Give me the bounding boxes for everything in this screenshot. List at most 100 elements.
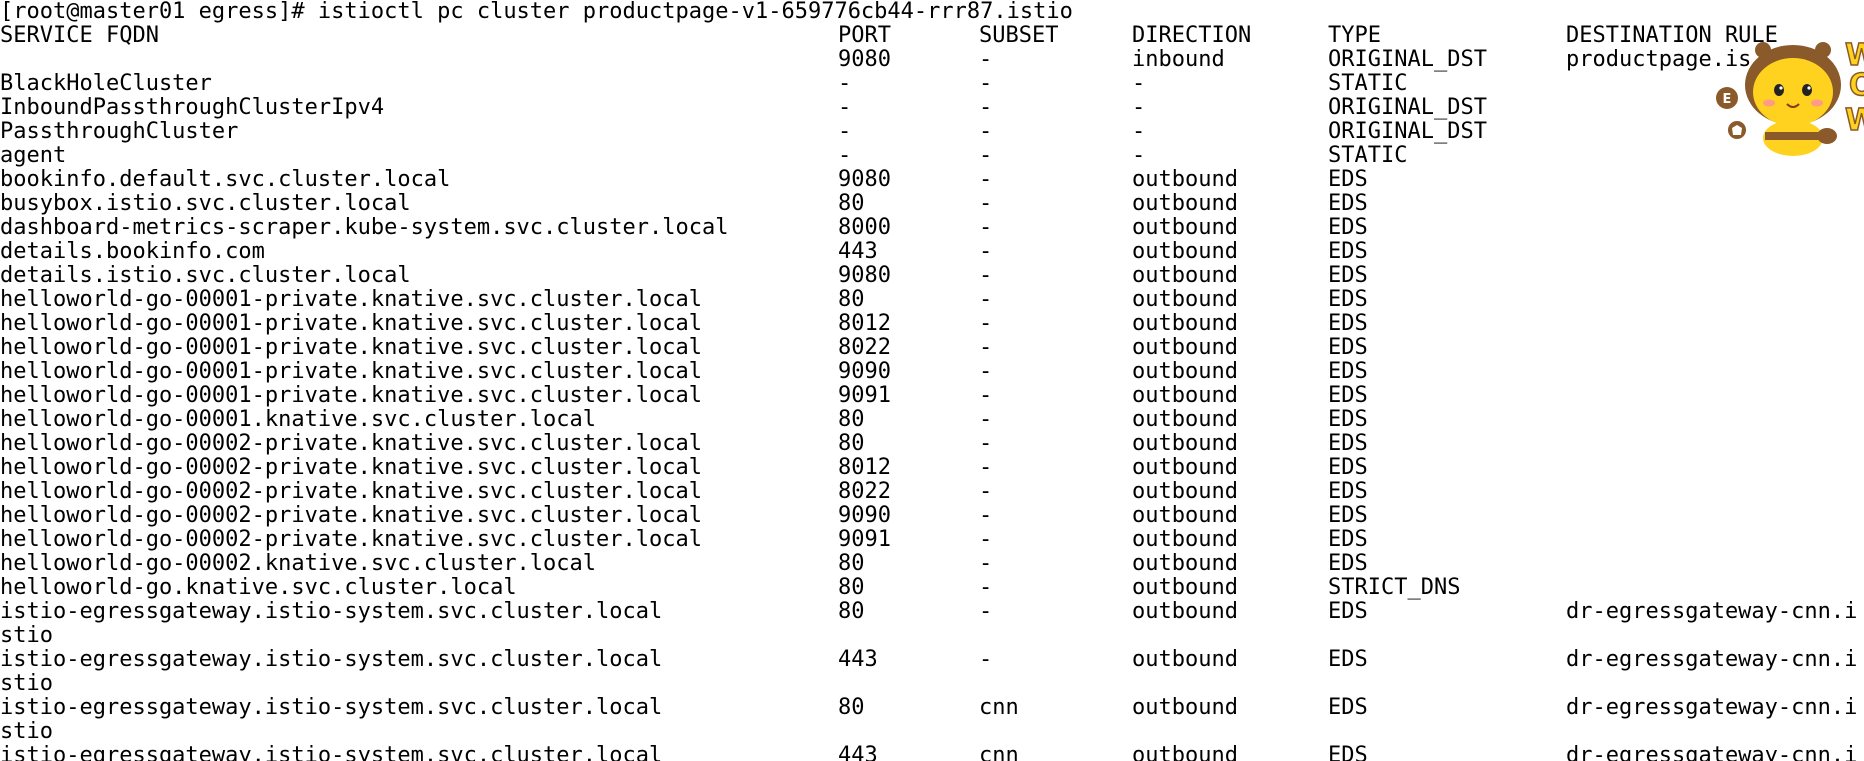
row-direction: outbound <box>1132 479 1238 504</box>
row-subset: cnn <box>979 695 1019 720</box>
row-type: EDS <box>1328 599 1368 624</box>
table-row: helloworld-go-00002-private.knative.svc.… <box>0 480 1864 504</box>
row-subset: - <box>979 215 993 240</box>
row-port: 80 <box>838 695 865 720</box>
row-port: 8012 <box>838 311 891 336</box>
row-service-fqdn: dashboard-metrics-scraper.kube-system.sv… <box>0 215 729 240</box>
row-service-fqdn: busybox.istio.svc.cluster.local <box>0 191 411 216</box>
row-direction: - <box>1132 119 1146 144</box>
row-port: 80 <box>838 407 865 432</box>
row-port: 9080 <box>838 167 891 192</box>
row-type: EDS <box>1328 335 1368 360</box>
row-direction: outbound <box>1132 359 1238 384</box>
svg-text:O: O <box>1849 68 1864 103</box>
table-row: helloworld-go-00002-private.knative.svc.… <box>0 504 1864 528</box>
row-service-fqdn: InboundPassthroughClusterIpv4 <box>0 95 385 120</box>
row-port: 80 <box>838 599 865 624</box>
row-subset: - <box>979 359 993 384</box>
row-direction: - <box>1132 143 1146 168</box>
table-row: PassthroughCluster - - - ORIGINAL_DST <box>0 120 1864 144</box>
row-destination-rule: dr-egressgateway-cnn.i <box>1566 599 1858 624</box>
row-service-fqdn: helloworld-go-00001-private.knative.svc.… <box>0 311 702 336</box>
row-type: EDS <box>1328 503 1368 528</box>
table-row: details.bookinfo.com 443 - outbound EDS <box>0 240 1864 264</box>
header-service-fqdn: SERVICE FQDN <box>0 23 159 48</box>
row-type: EDS <box>1328 359 1368 384</box>
terminal-window[interactable]: [root@master01 egress]# istioctl pc clus… <box>0 0 1864 761</box>
row-type: EDS <box>1328 263 1368 288</box>
row-type: STRICT_DNS <box>1328 575 1461 600</box>
table-row: BlackHoleCluster - - - STATIC <box>0 72 1864 96</box>
row-port: 9080 <box>838 47 891 72</box>
row-service-fqdn: agent <box>0 143 67 168</box>
row-subset: - <box>979 311 993 336</box>
row-direction: outbound <box>1132 191 1238 216</box>
row-type: EDS <box>1328 647 1368 672</box>
row-port: 443 <box>838 239 878 264</box>
row-subset: - <box>979 335 993 360</box>
table-row: stio <box>0 720 1864 744</box>
table-row: bookinfo.default.svc.cluster.local 9080 - o… <box>0 168 1864 192</box>
row-direction: outbound <box>1132 263 1238 288</box>
row-type: STATIC <box>1328 143 1408 168</box>
row-subset: - <box>979 287 993 312</box>
row-service-fqdn: details.istio.svc.cluster.local <box>0 263 411 288</box>
row-direction: outbound <box>1132 287 1238 312</box>
row-type: EDS <box>1328 743 1368 761</box>
row-subset: - <box>979 71 993 96</box>
row-subset: - <box>979 647 993 672</box>
row-port: - <box>838 95 852 120</box>
table-row: helloworld-go-00001.knative.svc.cluster.… <box>0 408 1864 432</box>
row-direction: outbound <box>1132 407 1238 432</box>
row-port: 443 <box>838 743 878 761</box>
svg-text:W: W <box>1845 103 1864 138</box>
row-direction: outbound <box>1132 527 1238 552</box>
row-direction: outbound <box>1132 311 1238 336</box>
row-type: ORIGINAL_DST <box>1328 119 1487 144</box>
table-row: details.istio.svc.cluster.local 9080 - outb… <box>0 264 1864 288</box>
row-service-fqdn: stio <box>0 671 53 696</box>
row-port: 9080 <box>838 263 891 288</box>
table-row: helloworld-go-00001-private.knative.svc.… <box>0 384 1864 408</box>
table-row: helloworld-go-00002-private.knative.svc.… <box>0 528 1864 552</box>
row-service-fqdn: helloworld-go-00001-private.knative.svc.… <box>0 383 702 408</box>
row-type: EDS <box>1328 431 1368 456</box>
row-direction: outbound <box>1132 695 1238 720</box>
row-subset: - <box>979 599 993 624</box>
row-port: 443 <box>838 647 878 672</box>
row-type: EDS <box>1328 479 1368 504</box>
row-service-fqdn: helloworld-go-00002.knative.svc.cluster.… <box>0 551 597 576</box>
row-subset: - <box>979 95 993 120</box>
row-direction: outbound <box>1132 551 1238 576</box>
row-type: EDS <box>1328 239 1368 264</box>
row-subset: - <box>979 239 993 264</box>
row-type: EDS <box>1328 215 1368 240</box>
row-subset: - <box>979 575 993 600</box>
row-type: EDS <box>1328 695 1368 720</box>
row-direction: outbound <box>1132 575 1238 600</box>
table-row: InboundPassthroughClusterIpv4 - - - ORIGINAL… <box>0 96 1864 120</box>
row-service-fqdn: helloworld-go-00001-private.knative.svc.… <box>0 359 702 384</box>
row-service-fqdn: PassthroughCluster <box>0 119 239 144</box>
table-row: helloworld-go.knative.svc.cluster.local 8… <box>0 576 1864 600</box>
row-direction: - <box>1132 71 1146 96</box>
row-type: ORIGINAL_DST <box>1328 95 1487 120</box>
row-port: 9090 <box>838 503 891 528</box>
row-type: EDS <box>1328 167 1368 192</box>
row-subset: - <box>979 119 993 144</box>
row-service-fqdn: helloworld-go.knative.svc.cluster.local <box>0 575 517 600</box>
row-port: 80 <box>838 191 865 216</box>
row-service-fqdn: stio <box>0 719 53 744</box>
row-service-fqdn: helloworld-go-00002-private.knative.svc.… <box>0 527 702 552</box>
row-subset: - <box>979 143 993 168</box>
row-subset: - <box>979 263 993 288</box>
table-row: helloworld-go-00001-private.knative.svc.… <box>0 336 1864 360</box>
row-port: 9090 <box>838 359 891 384</box>
bee-mascot-sticker-icon: E W O W <box>1715 37 1864 160</box>
row-subset: - <box>979 383 993 408</box>
table-row: 9080- inbound ORIGINAL_DST productpage.is <box>0 48 1864 72</box>
table-row: helloworld-go-00002-private.knative.svc.… <box>0 456 1864 480</box>
row-port: - <box>838 143 852 168</box>
command-prompt-text: [root@master01 egress]# istioctl pc clus… <box>0 0 1073 24</box>
row-direction: outbound <box>1132 743 1238 761</box>
